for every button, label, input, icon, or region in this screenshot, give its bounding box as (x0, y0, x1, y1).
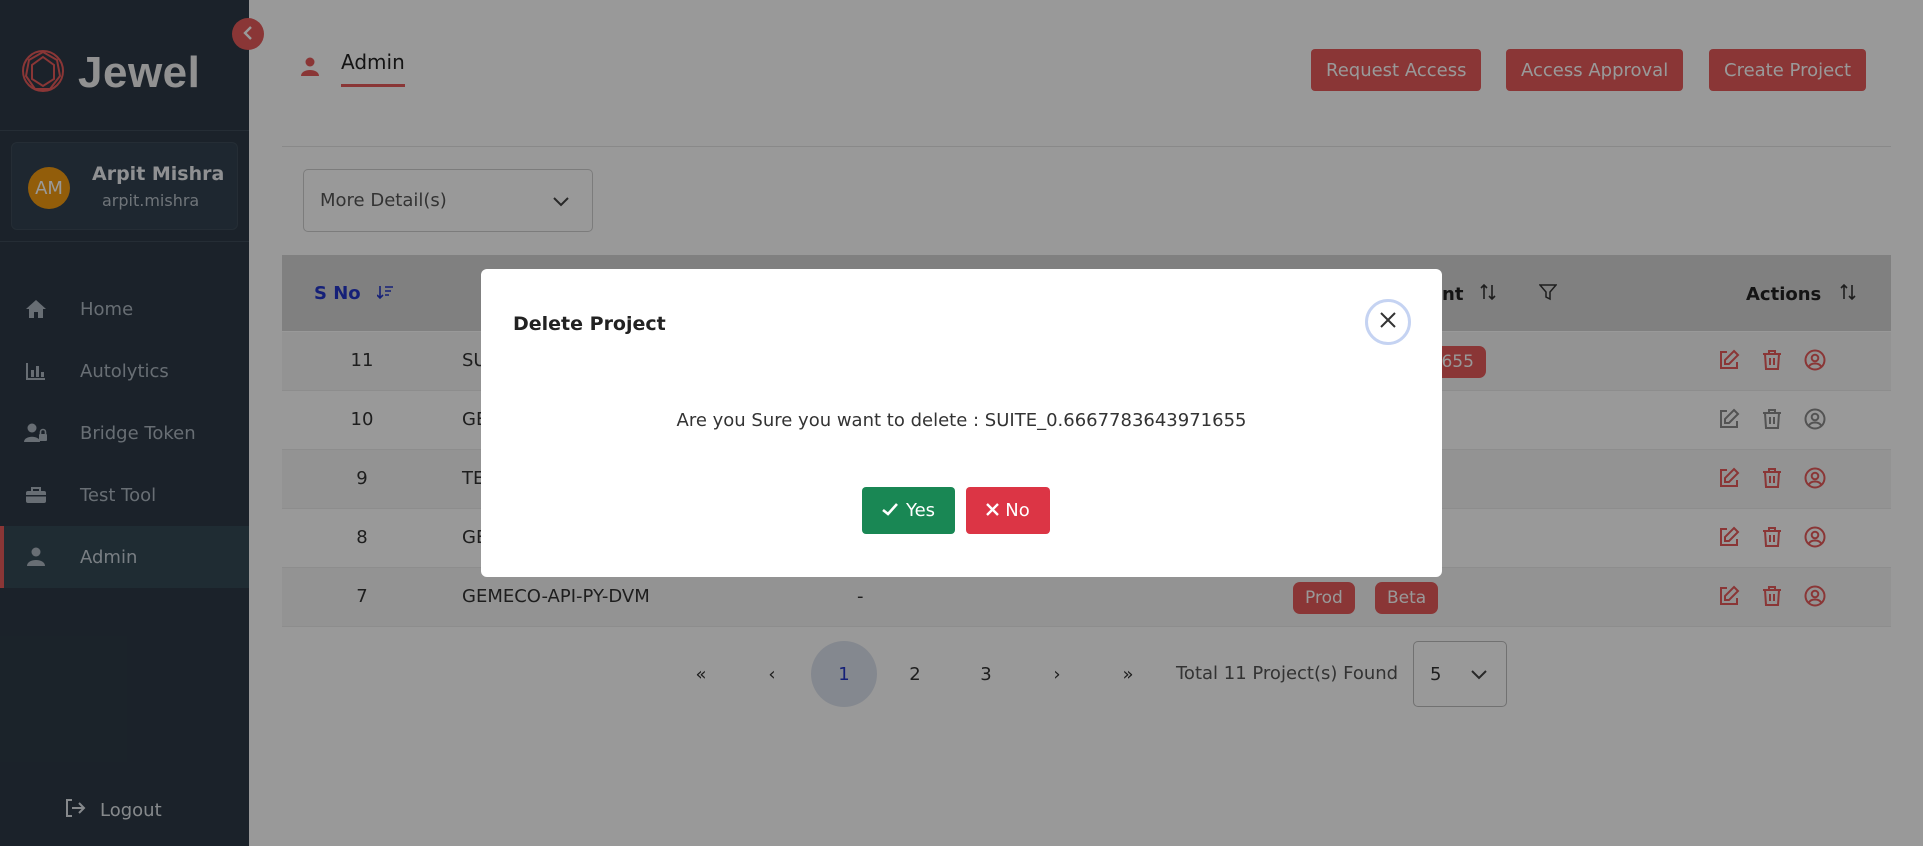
modal-message: Are you Sure you want to delete : SUITE_… (676, 410, 1247, 431)
confirm-no-button[interactable]: No (966, 487, 1050, 534)
modal-close-button[interactable] (1365, 299, 1411, 345)
close-icon (1380, 312, 1396, 332)
delete-project-modal: Delete Project Are you Sure you want to … (481, 269, 1442, 577)
check-icon (882, 500, 898, 521)
confirm-yes-button[interactable]: Yes (862, 487, 955, 534)
modal-title: Delete Project (513, 313, 666, 335)
x-icon (986, 500, 1000, 521)
no-label: No (1005, 500, 1030, 521)
yes-label: Yes (905, 500, 936, 521)
